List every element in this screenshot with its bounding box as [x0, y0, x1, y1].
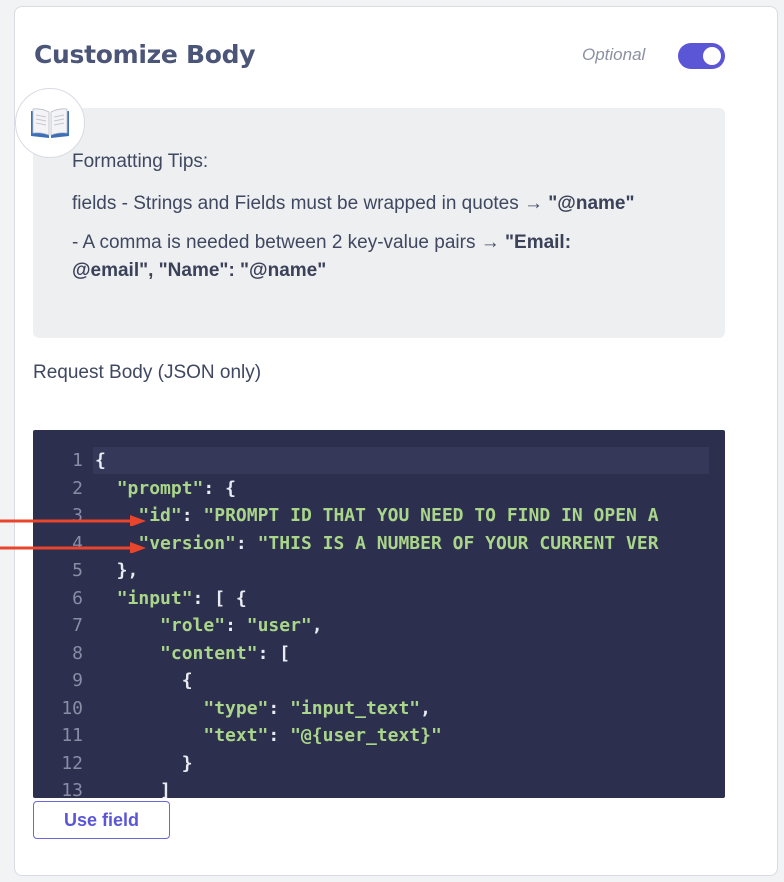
code-line: 9 {	[33, 667, 725, 695]
code-text: }	[95, 752, 193, 774]
line-number: 11	[61, 725, 83, 746]
json-code-editor[interactable]: 1{2 "prompt": {3 "id": "PROMPT ID THAT Y…	[33, 430, 725, 798]
line-number: 12	[61, 752, 83, 774]
code-line: 2 "prompt": {	[33, 475, 725, 503]
optional-toggle[interactable]	[678, 43, 725, 69]
toggle-knob	[703, 47, 721, 65]
code-line: 1{	[33, 447, 725, 475]
code-lines: 1{2 "prompt": {3 "id": "PROMPT ID THAT Y…	[33, 447, 725, 798]
tips-heading: Formatting Tips:	[72, 151, 209, 172]
formatting-tips-box: Formatting Tips: fields - Strings and Fi…	[33, 108, 725, 338]
line-number: 7	[72, 615, 83, 636]
use-field-button[interactable]: Use field	[33, 801, 170, 839]
arrow-icon	[0, 515, 146, 526]
line-number: 1	[72, 450, 83, 471]
tips-line1-text: fields - Strings and Fields must be wrap…	[72, 193, 549, 214]
tips-line1-bold: "@name"	[548, 193, 635, 214]
line-number: 10	[61, 697, 83, 719]
code-text: ]	[95, 780, 171, 798]
code-text: "input": [ {	[116, 587, 247, 609]
tips-line2-text: - A comma is needed between 2 key-value …	[72, 232, 506, 253]
code-line: 5 },	[33, 557, 725, 585]
tips-line-quotes: fields - Strings and Fields must be wrap…	[72, 190, 712, 218]
code-text: },	[95, 560, 139, 581]
code-line: 13 ]	[33, 777, 725, 798]
code-text: "content": [	[160, 642, 291, 664]
book-icon	[15, 88, 85, 158]
section-title: Customize Body	[34, 40, 256, 69]
code-line: 8 "content": [	[33, 640, 725, 668]
code-text: "role": "user",	[160, 615, 323, 636]
line-number: 13	[61, 780, 83, 798]
optional-label: Optional	[582, 45, 646, 64]
code-line: 7 "role": "user",	[33, 612, 725, 640]
code-text: {	[95, 670, 193, 691]
code-line: 11 "text": "@{user_text}"	[33, 722, 725, 750]
tips-line-comma: - A comma is needed between 2 key-value …	[72, 229, 632, 285]
code-line: 6 "input": [ {	[33, 585, 725, 613]
line-number: 5	[72, 560, 83, 581]
code-text: "version": "THIS IS A NUMBER OF YOUR CUR…	[138, 532, 659, 554]
code-text: {	[95, 450, 106, 471]
code-line: 10 "type": "input_text",	[33, 695, 725, 723]
line-number: 2	[72, 477, 83, 499]
request-body-label: Request Body (JSON only)	[33, 362, 262, 383]
code-text: "prompt": {	[116, 477, 236, 499]
line-number: 9	[72, 670, 83, 691]
line-number: 8	[72, 642, 83, 664]
arrow-icon	[0, 542, 146, 553]
code-text: "id": "PROMPT ID THAT YOU NEED TO FIND I…	[138, 505, 659, 526]
code-text: "text": "@{user_text}"	[203, 725, 442, 746]
code-line: 12 }	[33, 750, 725, 778]
line-number: 6	[72, 587, 83, 609]
code-text: "type": "input_text",	[203, 697, 431, 719]
